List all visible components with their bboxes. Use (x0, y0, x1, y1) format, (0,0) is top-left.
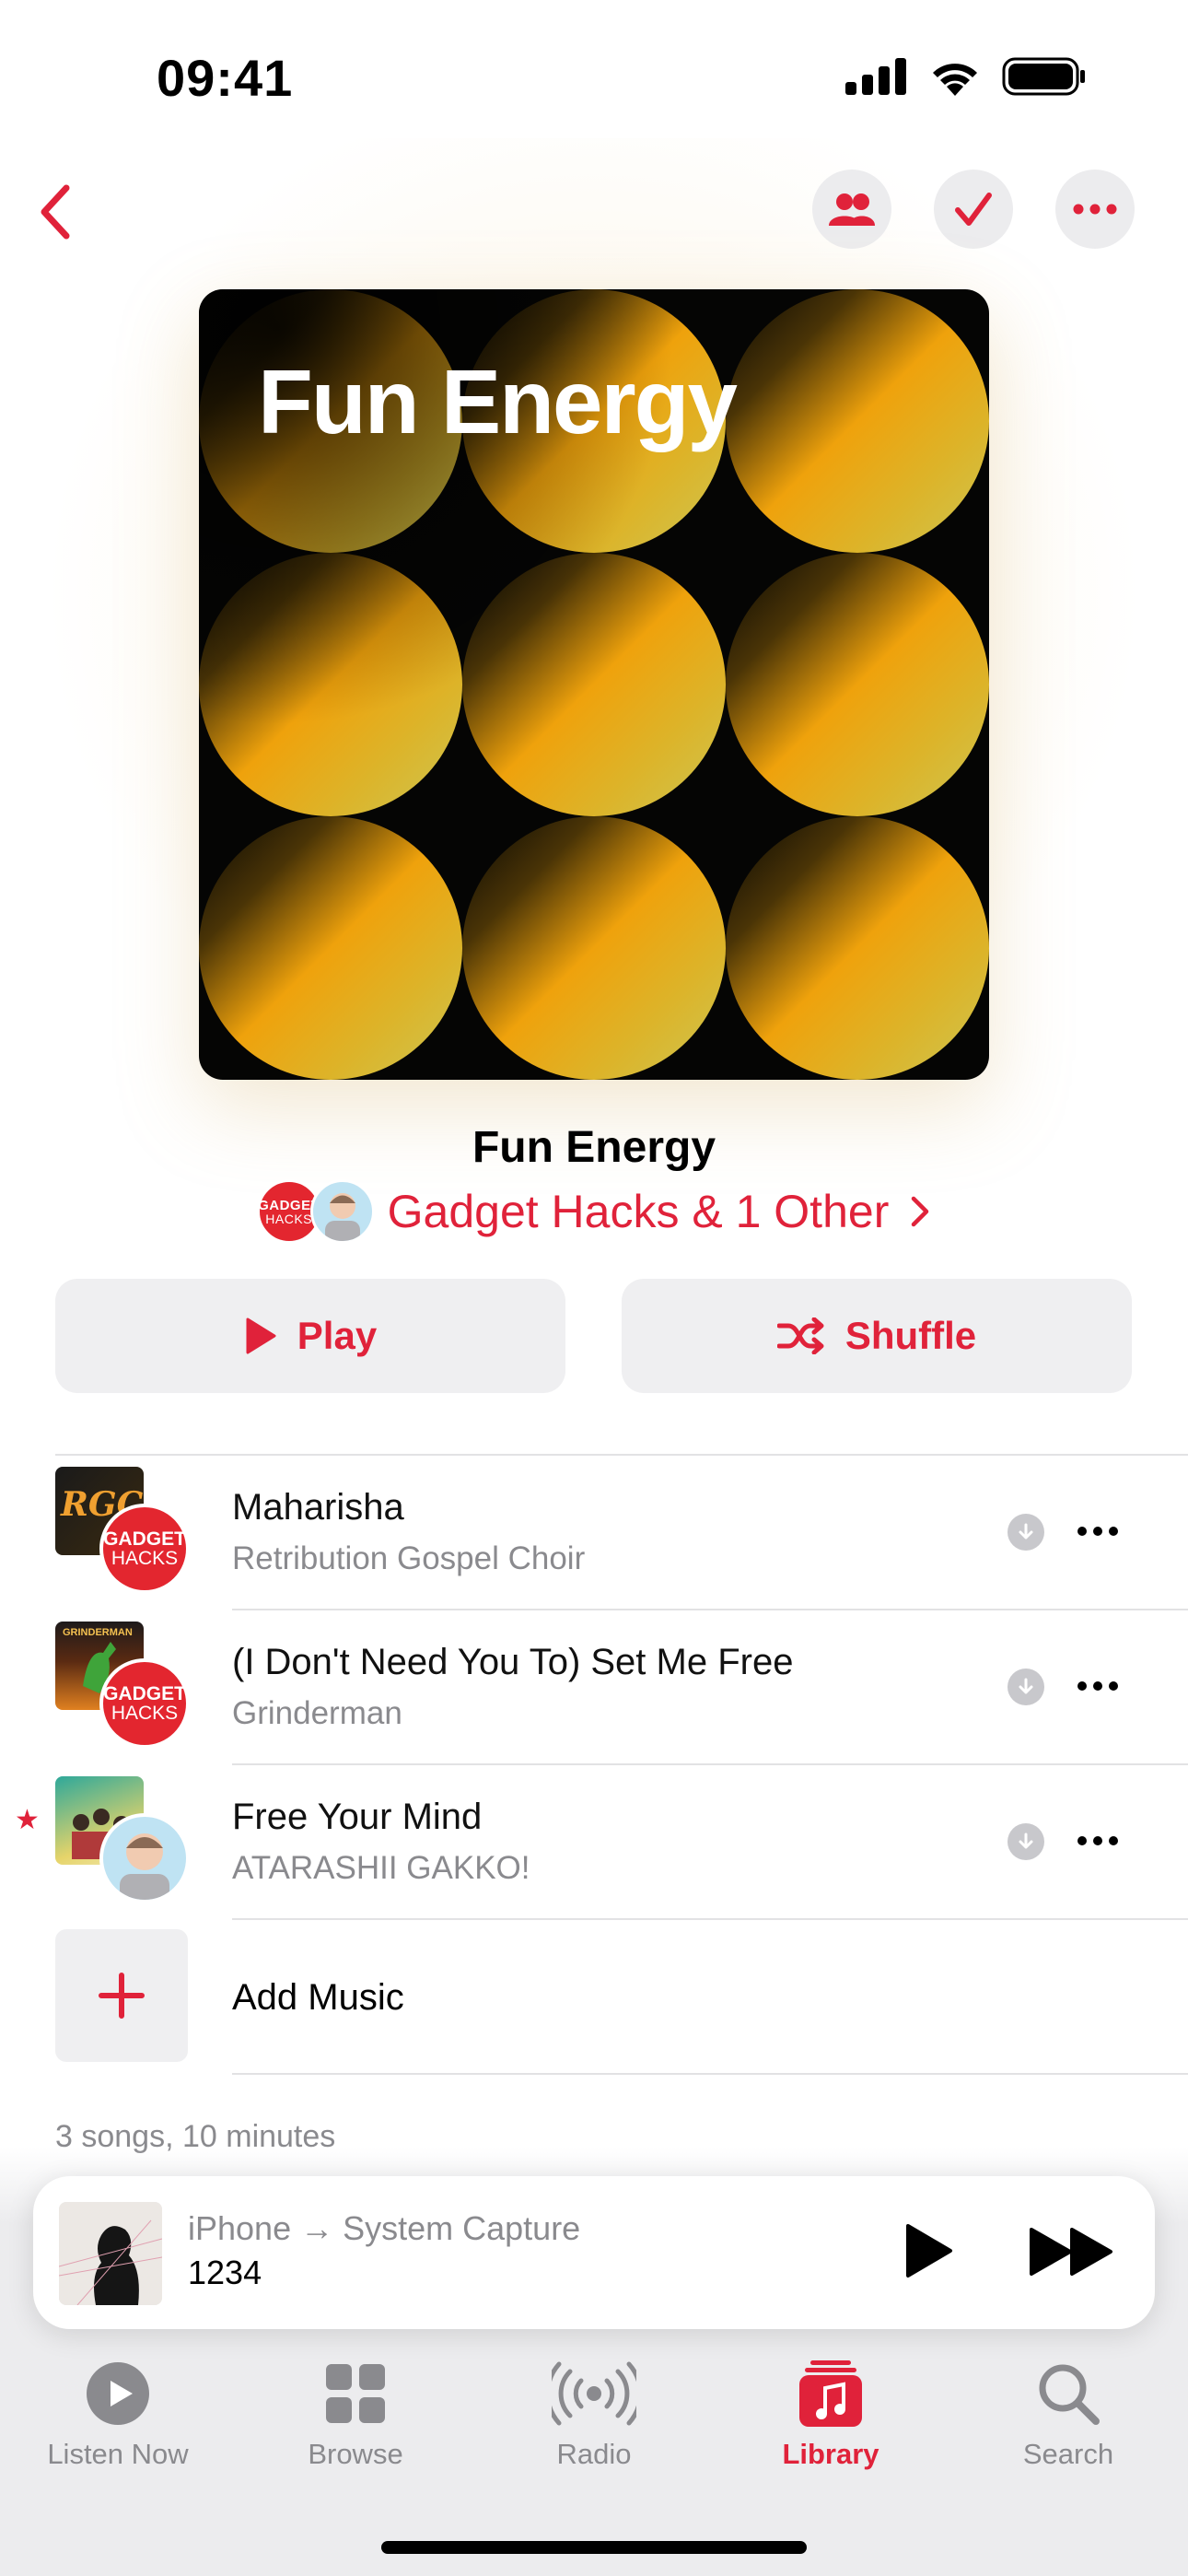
play-circle-icon (87, 2362, 149, 2425)
playlist-title: Fun Energy (472, 1123, 716, 1172)
add-music-button[interactable] (55, 1929, 188, 2062)
added-by-avatar (99, 1813, 190, 1903)
tab-browse[interactable]: Browse (263, 2360, 448, 2471)
added-by-avatar: GADGET HACKS (99, 1504, 190, 1594)
shuffle-icon (776, 1317, 824, 1354)
status-time: 09:41 (157, 49, 294, 107)
download-icon[interactable] (1007, 1823, 1044, 1860)
playlist-curators[interactable]: GADGET HACKS Gadget Hacks & 1 Other (0, 1179, 1188, 1244)
mini-play-button[interactable] (903, 2222, 954, 2284)
collaborators-button[interactable] (812, 170, 891, 249)
list-divider (232, 1918, 1188, 1920)
more-icon (1073, 204, 1117, 215)
song-artist: ATARASHII GAKKO! (232, 1850, 530, 1886)
tab-library[interactable]: Library (739, 2360, 923, 2471)
song-title: Maharisha (232, 1487, 404, 1528)
play-icon (246, 1317, 276, 1354)
song-title: Free Your Mind (232, 1797, 483, 1837)
shuffle-label: Shuffle (844, 1314, 977, 1357)
fast-forward-icon (1030, 2228, 1112, 2276)
song-row[interactable]: RGC GADGET HACKS Maharisha Retribution Go… (0, 1456, 1188, 1609)
song-artist: Grinderman (232, 1695, 402, 1731)
song-artist: Retribution Gospel Choir (232, 1540, 586, 1576)
back-button[interactable] (28, 175, 83, 249)
added-by-avatar: GADGET HACKS (99, 1658, 190, 1749)
add-music-label[interactable]: Add Music (232, 1977, 404, 2019)
more-options-button[interactable] (1055, 170, 1135, 249)
now-playing-title: 1234 (188, 2254, 262, 2291)
song-row[interactable]: ★ Free Your Mind ATARASHII GAKKO! (0, 1765, 1188, 1918)
tab-search[interactable]: Search (976, 2360, 1160, 2471)
artwork-title: Fun Energy (258, 351, 738, 452)
select-button[interactable] (934, 170, 1013, 249)
tab-radio[interactable]: Radio (502, 2360, 686, 2471)
song-more-icon[interactable] (1077, 1681, 1118, 1692)
checkmark-icon (955, 193, 992, 226)
collaborators-icon (829, 193, 875, 226)
curators-label[interactable]: Gadget Hacks & 1 Other (388, 1185, 890, 1238)
shuffle-button[interactable]: Shuffle (622, 1279, 1132, 1393)
search-icon (1039, 2364, 1100, 2425)
now-playing-artwork (59, 2202, 162, 2305)
play-label: Play (297, 1314, 378, 1357)
list-divider (232, 2073, 1188, 2075)
home-indicator (381, 2541, 807, 2554)
curator-avatars: GADGET HACKS (256, 1179, 375, 1244)
download-icon[interactable] (1007, 1514, 1044, 1551)
status-icons (845, 57, 1087, 96)
mini-forward-button[interactable] (1028, 2226, 1116, 2282)
favorite-star-icon: ★ (15, 1805, 40, 1835)
song-more-icon[interactable] (1077, 1836, 1118, 1847)
grid-icon (326, 2364, 385, 2423)
download-icon[interactable] (1007, 1669, 1044, 1705)
song-row[interactable]: GRINDERMAN GADGET HACKS (I Don't Need You… (0, 1610, 1188, 1763)
song-more-icon[interactable] (1077, 1527, 1118, 1538)
cellular-signal-icon (845, 58, 906, 95)
mini-player[interactable]: iPhone → System Capture 1234 (33, 2176, 1155, 2329)
now-playing-source: iPhone → System Capture (188, 2209, 581, 2247)
tab-listen-now[interactable]: Listen Now (26, 2360, 210, 2471)
song-title: (I Don't Need You To) Set Me Free (232, 1642, 794, 1682)
play-button[interactable]: Play (55, 1279, 565, 1393)
play-icon (906, 2224, 952, 2277)
playlist-artwork: Fun Energy (199, 289, 989, 1080)
plus-icon (99, 1973, 145, 2019)
battery-icon (1002, 57, 1085, 96)
chevron-right-icon (912, 1196, 929, 1227)
chevron-left-icon (41, 184, 70, 240)
radio-waves-icon (552, 2361, 636, 2426)
music-library-icon (799, 2360, 862, 2427)
wifi-icon (933, 64, 977, 96)
memoji-avatar (309, 1179, 375, 1244)
